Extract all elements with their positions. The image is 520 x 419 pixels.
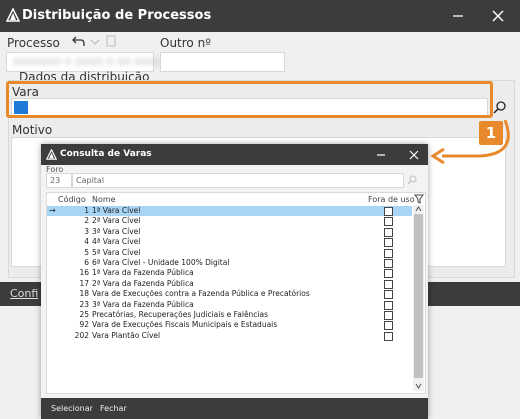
outro-numero-label: Outro nº	[160, 36, 211, 50]
row-name: Vara de Execuções Fiscais Municipais e E…	[92, 320, 278, 330]
row-code: 16	[79, 268, 89, 278]
row-name: 3ª Vara da Fazenda Pública	[92, 299, 194, 309]
app-logo-icon	[46, 149, 57, 160]
consulta-varas-dialog: Consulta de Varas Foro 23 Capital Código…	[41, 144, 428, 419]
row-name: 1ª Vara da Fazenda Pública	[92, 268, 194, 278]
foro-name-value: Capital	[76, 176, 105, 185]
fora-de-uso-checkbox[interactable]	[384, 269, 393, 279]
table-row[interactable]: 4 4ª Vara Cível	[47, 237, 412, 248]
outro-numero-field[interactable]	[160, 52, 285, 72]
document-icon[interactable]	[106, 35, 116, 47]
fora-de-uso-checkbox[interactable]	[384, 207, 393, 216]
processo-field[interactable]: 0000000-0.0000.0.00.0000	[6, 52, 162, 72]
fora-de-uso-checkbox[interactable]	[384, 290, 393, 300]
processo-label: Processo	[7, 36, 60, 50]
undo-icon[interactable]	[72, 35, 86, 47]
fora-de-uso-checkbox[interactable]	[384, 217, 393, 227]
foro-code-field[interactable]: 23	[46, 173, 72, 188]
row-code: 3	[84, 226, 89, 236]
row-code: 5	[84, 247, 89, 257]
grid-scrollbar[interactable]	[413, 205, 424, 391]
confirmar-link[interactable]: Confi	[10, 287, 38, 300]
fora-de-uso-checkbox[interactable]	[384, 238, 393, 248]
fora-de-uso-checkbox[interactable]	[384, 300, 393, 310]
row-name: 3ª Vara Cível	[92, 226, 141, 236]
fora-de-uso-checkbox[interactable]	[384, 279, 393, 289]
table-row[interactable]: 18 Vara de Execuções contra a Fazenda Púb…	[47, 289, 412, 300]
fora-de-uso-checkbox[interactable]	[384, 227, 393, 237]
close-icon	[409, 150, 419, 159]
row-code: 18	[79, 289, 89, 299]
callout-arrow-icon	[430, 119, 510, 165]
selecionar-button[interactable]: Selecionar	[51, 404, 93, 413]
row-code: 202	[74, 330, 89, 340]
row-name: Vara Plantão Cível	[92, 330, 161, 340]
minimize-button[interactable]	[444, 4, 472, 28]
table-row[interactable]: 92 Vara de Execuções Fiscais Municipais e…	[47, 320, 412, 331]
window-title: Distribuição de Processos	[22, 8, 212, 23]
dialog-minimize-button[interactable]	[372, 146, 390, 163]
column-header-nome[interactable]: Nome	[92, 195, 116, 204]
row-name: 1ª Vara Cível	[92, 206, 141, 215]
table-row[interactable]: 202 Vara Plantão Cível	[47, 331, 412, 341]
table-row[interactable]: 16 1ª Vara da Fazenda Pública	[47, 268, 412, 279]
dialog-titlebar: Consulta de Varas	[41, 144, 428, 165]
row-code: 23	[79, 299, 89, 309]
row-pointer-icon: →	[49, 206, 56, 215]
motivo-label: Motivo	[12, 123, 53, 137]
row-name: 4ª Vara Cível	[92, 237, 141, 247]
search-icon[interactable]	[493, 100, 507, 114]
row-code: 6	[84, 258, 89, 267]
table-row[interactable]: 23 3ª Vara da Fazenda Pública	[47, 300, 412, 310]
fechar-button[interactable]: Fechar	[100, 404, 127, 413]
row-name: 5ª Vara Cível	[92, 247, 141, 257]
row-code: 2	[84, 216, 89, 226]
dialog-footer: Selecionar Fechar	[41, 398, 428, 419]
close-button[interactable]	[484, 4, 512, 28]
processo-value: 0000000-0.0000.0.00.0000	[13, 57, 163, 68]
fora-de-uso-checkbox[interactable]	[384, 331, 393, 341]
row-name: 6ª Vara Cível - Unidade 100% Digital	[92, 258, 230, 267]
foro-name-field[interactable]: Capital	[72, 173, 404, 188]
close-icon	[492, 10, 504, 22]
scroll-down-icon[interactable]	[415, 383, 422, 389]
table-row[interactable]: → 1 1ª Vara Cível	[47, 206, 412, 216]
fora-de-uso-checkbox[interactable]	[384, 259, 393, 268]
minimize-icon	[377, 153, 385, 156]
table-row[interactable]: 5 5ª Vara Cível	[47, 248, 412, 258]
dialog-close-button[interactable]	[405, 146, 423, 163]
row-code: 4	[84, 237, 89, 247]
fora-de-uso-checkbox[interactable]	[384, 311, 393, 320]
app-logo-icon	[6, 8, 20, 22]
column-header-codigo[interactable]: Código	[58, 195, 86, 204]
grid-header: Código Nome Fora de uso	[47, 193, 425, 205]
dialog-title: Consulta de Varas	[60, 149, 152, 159]
table-row[interactable]: 17 2ª Vara da Fazenda Pública	[47, 279, 412, 289]
table-row[interactable]: 3 3ª Vara Cível	[47, 227, 412, 237]
vara-highlight	[6, 81, 493, 118]
chevron-down-icon[interactable]	[90, 38, 100, 46]
row-name: 2ª Vara da Fazenda Pública	[92, 278, 194, 288]
fora-de-uso-checkbox[interactable]	[384, 248, 393, 258]
table-row[interactable]: 25 Precatórias, Recuperações Judiciais e …	[47, 310, 412, 320]
row-name: Precatórias, Recuperações Judiciais e Fa…	[92, 310, 269, 319]
row-name: 2ª Vara Cível	[92, 216, 141, 226]
foro-code-value: 23	[50, 176, 61, 185]
main-titlebar: Distribuição de Processos	[0, 0, 520, 32]
foro-search-icon[interactable]	[407, 175, 417, 185]
varas-grid: Código Nome Fora de uso → 1 1ª Vara Cível 2…	[46, 192, 426, 394]
scroll-thumb[interactable]	[414, 214, 423, 378]
row-name: Vara de Execuções contra a Fazenda Públi…	[92, 289, 310, 299]
row-code: 17	[79, 278, 89, 288]
scroll-up-icon[interactable]	[415, 206, 422, 212]
column-header-fora-de-uso[interactable]: Fora de uso	[368, 195, 415, 204]
row-code: 25	[79, 310, 89, 319]
minimize-icon	[453, 15, 463, 17]
row-code: 1	[84, 206, 89, 215]
fora-de-uso-checkbox[interactable]	[384, 321, 393, 331]
table-row[interactable]: 2 2ª Vara Cível	[47, 216, 412, 227]
filter-icon[interactable]	[414, 194, 424, 204]
table-row[interactable]: 6 6ª Vara Cível - Unidade 100% Digital	[47, 258, 412, 268]
row-code: 92	[79, 320, 89, 330]
